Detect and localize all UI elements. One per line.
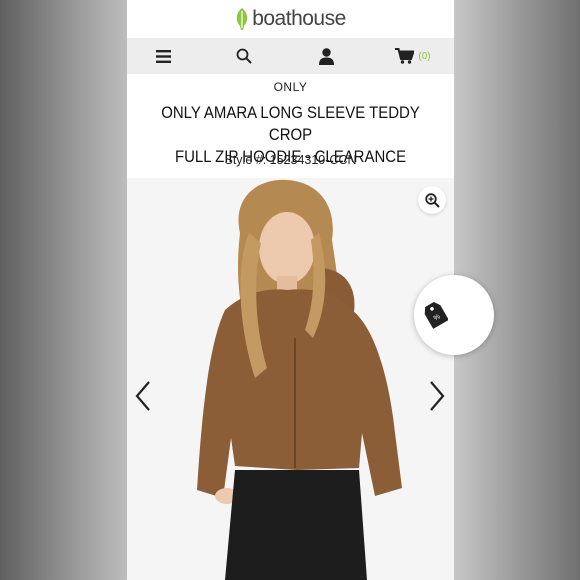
cart-count: (0) xyxy=(418,50,431,62)
cart-icon xyxy=(395,48,415,64)
logo-bar: boathouse xyxy=(127,0,454,38)
nav-bar: (0) xyxy=(127,38,454,74)
menu-icon xyxy=(155,49,171,63)
product-photo xyxy=(127,178,454,580)
account-button[interactable] xyxy=(312,38,340,74)
leaf-logo-icon xyxy=(237,8,248,30)
search-icon xyxy=(236,48,252,64)
search-button[interactable] xyxy=(230,38,258,74)
product-image[interactable] xyxy=(127,178,454,580)
background-left xyxy=(0,0,127,580)
product-brand[interactable]: ONLY xyxy=(127,80,454,94)
cart-button[interactable]: (0) xyxy=(391,38,435,74)
chevron-right-icon[interactable] xyxy=(427,380,447,412)
zoom-button[interactable] xyxy=(418,186,446,214)
zoom-in-icon xyxy=(424,192,440,208)
price-tag-icon: % xyxy=(424,301,448,329)
product-style-number: Style #: 15234310-CCN xyxy=(224,153,357,167)
menu-button[interactable] xyxy=(149,38,177,74)
mobile-page: boathouse (0) ONLY ONLY AMARA LONG SLEEV… xyxy=(127,0,454,580)
user-icon xyxy=(318,47,334,65)
product-title-line-1: ONLY AMARA LONG SLEEVE TEDDY CROP xyxy=(161,103,420,144)
chevron-left-icon[interactable] xyxy=(133,380,153,412)
logo-text: boathouse xyxy=(252,7,346,30)
boathouse-logo[interactable]: boathouse xyxy=(235,7,346,31)
sale-tag-button[interactable]: % xyxy=(414,275,494,355)
